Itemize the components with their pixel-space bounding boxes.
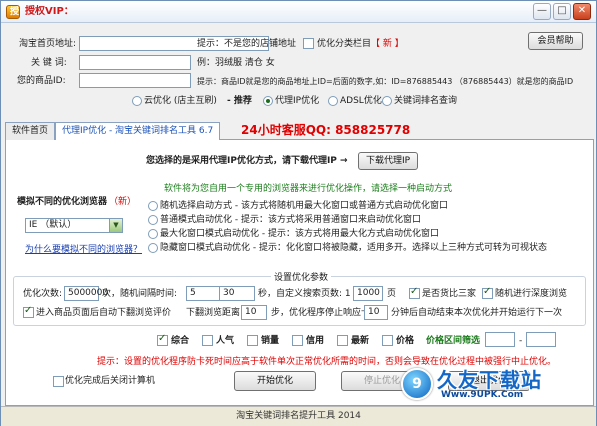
customer-service-hotline: 24小时客服QQ: 858825778 (241, 123, 411, 137)
product-id-label: 您的商品ID: (17, 76, 66, 86)
pages-suffix: 页 (387, 289, 397, 299)
mode-keyword-rank-radio[interactable] (382, 96, 392, 106)
sort-price-label: 价格 (396, 336, 415, 346)
compare-three-label: 是否货比三家 (422, 289, 477, 299)
pages-input[interactable]: 1000 (353, 286, 383, 301)
download-proxy-button[interactable]: 下载代理IP (358, 152, 418, 170)
browser-intro: 软件将为您自用一个专用的浏览器来进行优化操作，请选择一种启动方式 (164, 184, 453, 194)
freeze-timeout-input[interactable]: 10 (364, 305, 388, 320)
watermark-logo-icon: 9 (401, 368, 433, 400)
category-checkbox-label: 优化分类栏目 (317, 39, 372, 49)
app-icon-glyph: 授 (10, 7, 20, 17)
sort-credit-label: 信用 (306, 336, 325, 346)
keyword-label: 关 键 词: (31, 58, 67, 68)
watermark-logo-glyph: 9 (412, 376, 422, 392)
mode-recommend-label: - 推荐 (227, 96, 252, 106)
mode-keyword-rank-label: 关键词排名查询 (394, 96, 458, 106)
sort-newest-label: 最新 (351, 336, 370, 346)
browser-select[interactable]: IE （默认） ▼ (25, 218, 123, 233)
tab-proxy-optimize[interactable]: 代理IP优化 - 淘宝关键词排名工具 6.7 (55, 122, 221, 141)
shutdown-after-checkbox[interactable] (53, 376, 64, 387)
price-to-input[interactable] (526, 332, 556, 347)
mode-proxy-radio[interactable] (263, 96, 273, 106)
proxy-question: 您选择的是采用代理IP优化方式，请下载代理IP → (146, 156, 348, 166)
maximize-button[interactable]: □ (553, 3, 571, 20)
watermark-url: Www.9UPK.Com (441, 390, 524, 400)
watermark-text: 久友下载站 (437, 368, 542, 392)
why-browser-link[interactable]: 为什么要模拟不同的浏览器？ (25, 245, 142, 256)
sort-sales-label: 销量 (261, 336, 280, 346)
sort-comprehensive-checkbox[interactable] (157, 333, 168, 346)
interval-max-input[interactable]: 30 (219, 286, 255, 301)
sort-sales-checkbox[interactable] (247, 335, 258, 346)
mode-adsl-label: ADSL优化 (340, 96, 382, 106)
keyword-input[interactable] (79, 55, 191, 70)
count-input[interactable]: 5000000 (64, 286, 108, 301)
launch-hidden-label: 隐藏窗口模式启动优化 - 提示：化化窗口将被隐藏，适用多开。选择以上三种方式可转… (160, 243, 547, 253)
new-badge: 【 新 】 (371, 39, 404, 49)
freeze-suffix: 分钟后自动结束本次优化并开始运行下一次 (391, 308, 563, 318)
shutdown-after-label: 优化完成后关闭计算机 (65, 376, 156, 386)
browser-select-value: IE （默认） (29, 220, 77, 230)
auto-browse-label: 进入商品页面后自动下翻浏览评价 (36, 308, 172, 318)
category-checkbox[interactable] (303, 38, 314, 49)
mode-cloud-radio[interactable] (132, 96, 142, 106)
mode-proxy-label: 代理IP优化 (275, 96, 320, 106)
count-suffix: 次，随机间隔时间: (102, 289, 178, 299)
scroll-distance-input[interactable]: 10 (241, 305, 267, 320)
sort-comprehensive-label: 综合 (171, 336, 190, 346)
close-button[interactable]: ✕ (573, 3, 591, 20)
sort-price-checkbox[interactable] (382, 335, 393, 346)
sort-popularity-label: 人气 (216, 336, 235, 346)
launch-normal-label: 普通模式启动优化 - 提示：该方式将采用普通窗口来启动优化窗口 (160, 215, 421, 225)
start-optimize-button[interactable]: 开始优化 (234, 371, 316, 391)
shop-url-hint-text: 提示：不是您的店铺地址 (197, 39, 297, 49)
count-label: 优化次数: (23, 289, 63, 299)
compare-three-checkbox[interactable] (409, 286, 420, 299)
browser-section-title: 模拟不同的优化浏览器 (17, 197, 108, 207)
seconds-label: 秒，自定义搜索页数: 1 - (258, 289, 357, 299)
sort-popularity-checkbox[interactable] (202, 335, 213, 346)
sort-credit-checkbox[interactable] (292, 335, 303, 346)
price-filter-label: 价格区间筛选 (426, 336, 481, 346)
app-window: 授 授权VIP： — □ ✕ 淘宝首页地址: 提示：不是您的店铺地址 优化分类栏… (0, 0, 597, 426)
scroll-distance-label: 下翻浏览距离: (186, 308, 244, 318)
mode-adsl-radio[interactable] (328, 96, 338, 106)
launch-hidden-radio[interactable] (148, 243, 158, 253)
launch-random-label: 随机选择启动方式 - 该方式将随机用最大化窗口或普通方式启动优化窗口 (160, 201, 448, 211)
steps-label: 步，优化程序停止响应卡死 (271, 308, 380, 318)
title-bar: 授 授权VIP： — □ ✕ (1, 1, 596, 23)
shop-url-hint: 提示：不是您的店铺地址 (197, 39, 296, 50)
deep-browse-label: 随机进行深度浏览 (495, 289, 568, 299)
product-id-hint: 提示：商品ID就是您的商品地址上ID=后面的数字,如：ID=876885443 … (197, 77, 574, 86)
window-title: 授权VIP： (25, 6, 74, 17)
price-from-input[interactable] (485, 332, 515, 347)
sort-newest-checkbox[interactable] (337, 335, 348, 346)
minimize-button[interactable]: — (533, 3, 551, 20)
launch-maximized-radio[interactable] (148, 229, 158, 239)
mode-cloud-label: 云优化 (店主互刷) (144, 96, 217, 106)
keyword-example: 例：羽绒服 清仓 女 (197, 58, 275, 68)
price-dash: - (519, 336, 523, 346)
browser-new-badge: （新） (109, 197, 137, 207)
settings-legend: 设置优化参数 (271, 270, 332, 283)
product-id-input[interactable] (79, 73, 191, 88)
shop-url-label: 淘宝首页地址: (19, 39, 77, 49)
dropdown-arrow-icon[interactable]: ▼ (109, 219, 122, 232)
member-help-button[interactable]: 会员帮助 (528, 32, 583, 50)
app-icon: 授 (6, 5, 20, 19)
status-bar: 淘宝关键词排名提升工具 2014 (1, 406, 596, 426)
launch-normal-radio[interactable] (148, 215, 158, 225)
launch-maximized-label: 最大化窗口模式启动优化 - 提示：该方式将用最大化方式启动优化窗口 (160, 229, 439, 239)
launch-random-radio[interactable] (148, 201, 158, 211)
auto-browse-checkbox[interactable] (23, 305, 34, 318)
tab-home[interactable]: 软件首页 (5, 122, 56, 140)
deep-browse-checkbox[interactable] (482, 286, 493, 299)
watermark: 9 久友下载站 Www.9UPK.Com (401, 364, 591, 406)
